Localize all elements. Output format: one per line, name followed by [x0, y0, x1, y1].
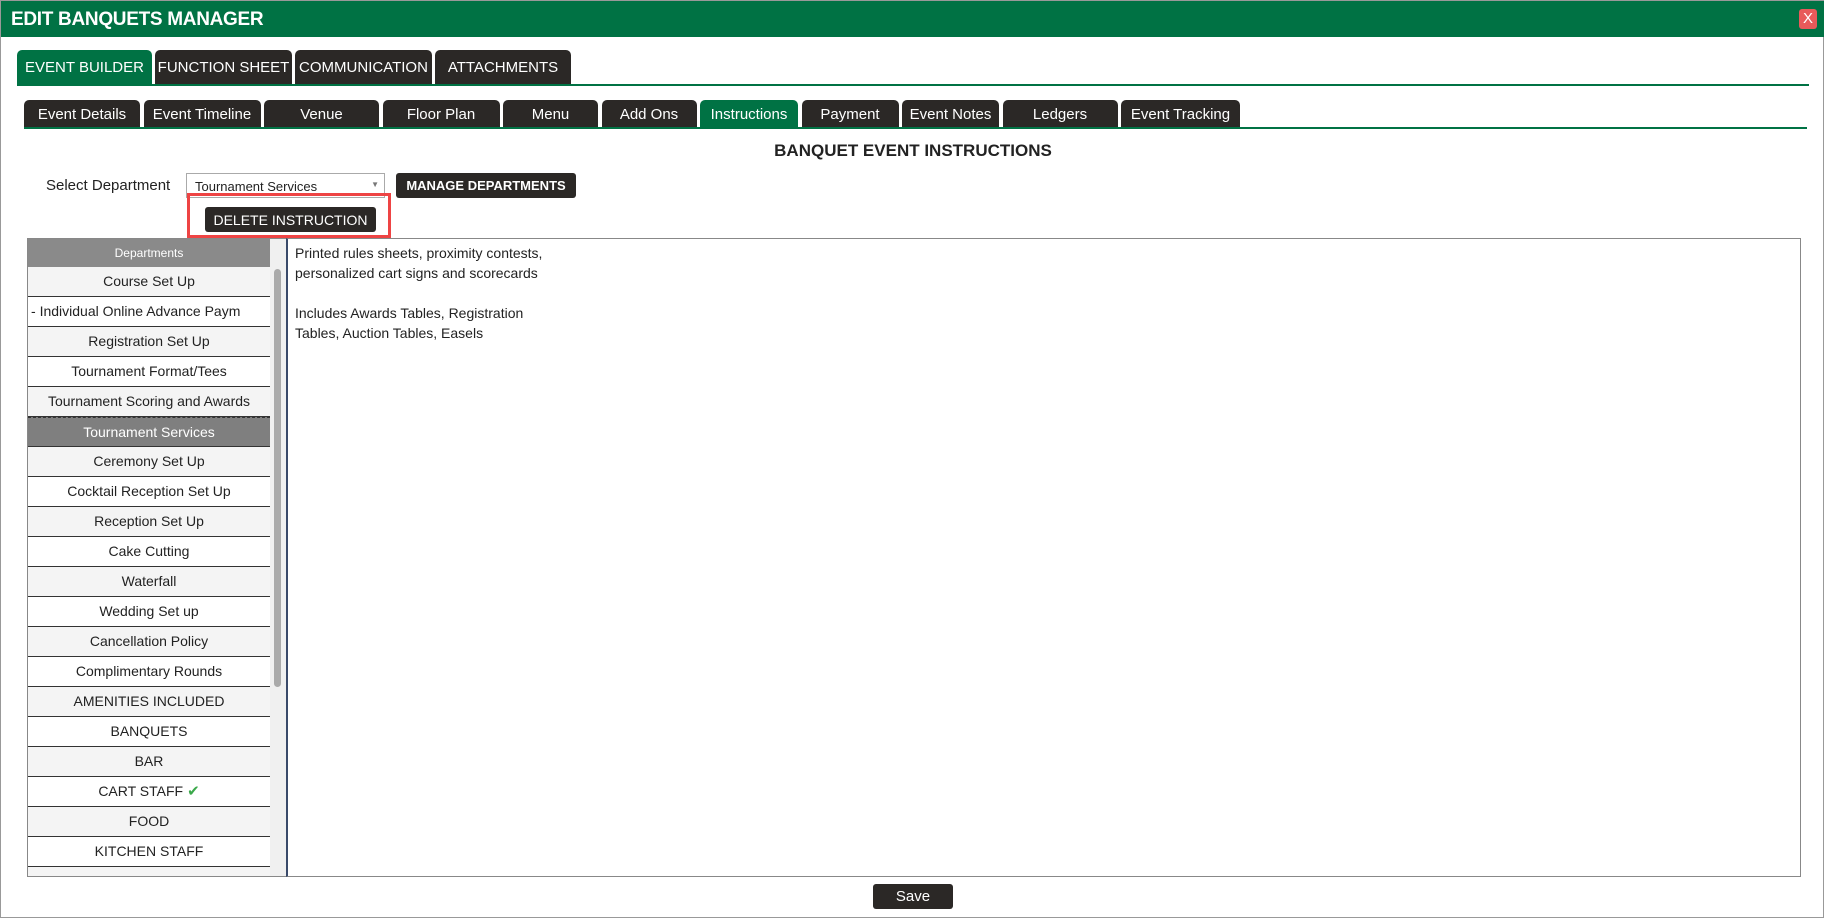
list-item-label: Waterfall: [121, 573, 177, 589]
list-item[interactable]: Waterfall: [28, 567, 270, 597]
list-item-label: Tournament Scoring and Awards: [47, 393, 251, 409]
list-item[interactable]: Registration Set Up: [28, 327, 270, 357]
list-item[interactable]: Cancellation Policy: [28, 627, 270, 657]
page-title: BANQUET EVENT INSTRUCTIONS: [774, 141, 1052, 160]
tab-attachments[interactable]: ATTACHMENTS: [435, 50, 571, 85]
departments-header: Departments: [28, 239, 270, 267]
instruction-textarea[interactable]: Printed rules sheets, proximity contests…: [286, 238, 1801, 877]
list-item[interactable]: BANQUETS: [28, 717, 270, 747]
tab-payment[interactable]: Payment: [801, 100, 899, 128]
list-item-label: ment - Individual Online Advance Paym: [28, 303, 241, 319]
divider: [17, 84, 1809, 86]
window-title: EDIT BANQUETS MANAGER: [11, 9, 264, 30]
list-item-label: Cancellation Policy: [89, 633, 209, 649]
list-item[interactable]: Tournament Services: [28, 417, 270, 447]
select-value: Tournament Services: [195, 179, 318, 194]
list-item[interactable]: BAR: [28, 747, 270, 777]
main-tabs: EVENT BUILDER FUNCTION SHEET COMMUNICATION…: [17, 50, 571, 85]
list-item[interactable]: Reception Set Up: [28, 507, 270, 537]
list-item-label: BANQUETS: [110, 723, 188, 739]
tab-event-tracking[interactable]: Event Tracking: [1121, 100, 1240, 128]
list-item[interactable]: Tournament Scoring and Awards: [28, 387, 270, 417]
checkmark-icon: ✔: [187, 783, 200, 800]
tab-function-sheet[interactable]: FUNCTION SHEET: [155, 50, 292, 85]
list-item-label: CART STAFF: [98, 783, 184, 799]
list-item[interactable]: Cake Cutting: [28, 537, 270, 567]
tab-add-ons[interactable]: Add Ons: [601, 100, 697, 128]
list-item[interactable]: [28, 867, 270, 876]
list-item[interactable]: ment - Individual Online Advance Paym: [28, 297, 270, 327]
list-item[interactable]: Tournament Format/Tees: [28, 357, 270, 387]
title-bar: EDIT BANQUETS MANAGER X: [1, 1, 1824, 37]
list-item-label: Registration Set Up: [88, 333, 210, 349]
list-item-label: Cocktail Reception Set Up: [67, 483, 231, 499]
close-button[interactable]: X: [1799, 9, 1817, 29]
list-item[interactable]: Course Set Up: [28, 267, 270, 297]
tab-event-notes[interactable]: Event Notes: [902, 100, 999, 128]
list-item-label: Course Set Up: [103, 273, 195, 289]
sub-tabs: Event Details Event Timeline Venue Floor Pl…: [24, 100, 1240, 128]
list-item-label: KITCHEN STAFF: [94, 843, 204, 859]
tab-ledgers[interactable]: Ledgers: [1002, 100, 1118, 128]
tab-floor-plan[interactable]: Floor Plan: [382, 100, 500, 128]
tab-venue[interactable]: Venue: [264, 100, 379, 128]
list-item-label: Wedding Set up: [99, 603, 199, 619]
select-department-label: Select Department: [46, 177, 171, 194]
list-item[interactable]: Wedding Set up: [28, 597, 270, 627]
tab-communication[interactable]: COMMUNICATION: [295, 50, 432, 85]
save-button[interactable]: Save: [873, 884, 953, 909]
scrollbar[interactable]: [270, 239, 286, 876]
list-item-label: Reception Set Up: [94, 513, 204, 529]
tab-event-builder[interactable]: EVENT BUILDER: [17, 50, 152, 85]
list-item-label: FOOD: [128, 813, 170, 829]
list-item[interactable]: Cocktail Reception Set Up: [28, 477, 270, 507]
tab-event-timeline[interactable]: Event Timeline: [143, 100, 261, 128]
list-item-label: Tournament Format/Tees: [71, 363, 227, 379]
departments-list: Departments Course Set Up ment - Individu…: [27, 238, 286, 877]
chevron-down-icon: ▼: [371, 180, 379, 189]
list-item-label: AMENITIES INCLUDED: [73, 693, 225, 709]
list-item[interactable]: Complimentary Rounds: [28, 657, 270, 687]
tab-event-details[interactable]: Event Details: [24, 100, 140, 128]
tab-menu[interactable]: Menu: [503, 100, 598, 128]
manage-departments-button[interactable]: MANAGE DEPARTMENTS: [396, 173, 576, 198]
delete-instruction-button[interactable]: DELETE INSTRUCTION: [205, 207, 376, 232]
tab-instructions[interactable]: Instructions: [700, 100, 798, 128]
list-item[interactable]: FOOD: [28, 807, 270, 837]
list-item-label: BAR: [134, 753, 164, 769]
list-item[interactable]: CART STAFF ✔: [28, 777, 270, 807]
list-item-label: Complimentary Rounds: [75, 663, 223, 679]
list-item-label: Tournament Services: [83, 424, 215, 440]
list-item-label: Cake Cutting: [108, 543, 190, 559]
scrollbar-thumb[interactable]: [274, 269, 281, 687]
list-item[interactable]: KITCHEN STAFF: [28, 837, 270, 867]
list-item[interactable]: AMENITIES INCLUDED: [28, 687, 270, 717]
list-item[interactable]: Ceremony Set Up: [28, 447, 270, 477]
divider: [24, 127, 1807, 129]
list-item-label: Ceremony Set Up: [93, 453, 205, 469]
